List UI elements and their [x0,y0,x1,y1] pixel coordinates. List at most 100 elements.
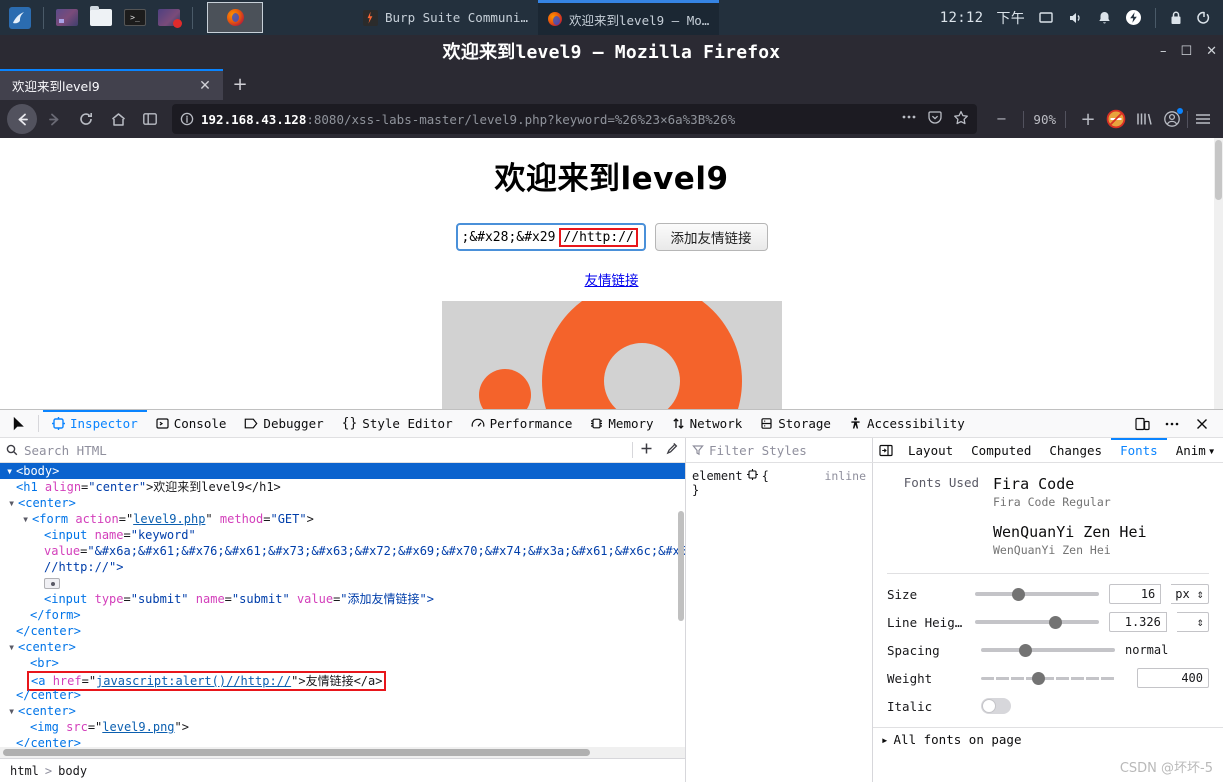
back-button[interactable] [7,104,37,134]
slider-thumb[interactable] [1019,644,1032,657]
dom-node-form[interactable]: ▾<form action="level9.php" method="GET"> [0,511,685,527]
forward-button[interactable] [39,104,69,134]
zoom-out-button[interactable]: − [988,106,1014,132]
img-src-value[interactable]: level9.png [102,720,174,734]
dom-tree-scrollbar-thumb[interactable] [678,511,684,621]
firefox-launcher[interactable] [207,2,263,33]
library-icon[interactable] [1131,106,1157,132]
reload-button[interactable] [71,104,101,134]
line-height-slider[interactable] [975,615,1099,629]
tab-performance[interactable]: Performance [462,410,582,438]
tab-inspector[interactable]: Inspector [43,410,147,438]
minimize-button[interactable]: – [1160,45,1167,58]
dom-horizontal-scrollbar[interactable] [0,747,685,758]
slider-thumb[interactable] [1032,672,1045,685]
form-action-value[interactable]: level9.php [133,512,205,526]
tab-memory[interactable]: Memory [581,410,662,438]
noscript-icon[interactable] [1103,106,1129,132]
url-bar[interactable]: 192.168.43.128:8080/xss-labs-master/leve… [172,104,977,134]
pocket-icon[interactable] [927,110,943,129]
taskbar-window-burp[interactable]: Burp Suite Communi… [353,0,538,35]
tab-accessibility[interactable]: Accessibility [840,410,974,438]
side-tabs-overflow-icon[interactable]: ▾ [1208,438,1222,462]
pseudo-element-icon[interactable] [44,578,60,589]
add-node-icon[interactable] [639,441,654,460]
dom-node-input-value-line[interactable]: value="&#x6a;&#x61;&#x76;&#x61;&#x73;&#x… [0,543,685,559]
rule-highlighter-icon[interactable] [747,469,758,483]
dom-tree-scrollbar[interactable] [677,463,685,747]
dom-node-center-2[interactable]: ▾<center> [0,639,685,655]
devtools-meatball-menu-icon[interactable] [1159,411,1185,437]
browser-tab[interactable]: 欢迎来到level9 ✕ [0,69,223,100]
letter-spacing-slider[interactable] [981,643,1115,657]
font-size-unit[interactable]: px⇕ [1171,584,1209,604]
stepper-icon[interactable]: ⇕ [1197,615,1204,629]
add-friend-link-button[interactable]: 添加友情链接 [655,223,768,251]
line-height-unit[interactable]: ⇕ [1177,612,1209,632]
dom-node-center-1-close[interactable]: </center> [0,623,685,639]
side-tab-changes[interactable]: Changes [1040,438,1111,462]
dom-node-input-value-wrap[interactable]: //http://"> [0,559,685,575]
new-tab-button[interactable]: + [223,69,257,100]
power-icon[interactable] [1125,9,1142,26]
site-info-icon[interactable] [180,112,194,126]
home-button[interactable] [103,104,133,134]
font-size-slider[interactable] [975,587,1099,601]
logout-icon[interactable] [1196,10,1212,26]
account-icon[interactable] [1159,106,1185,132]
twisty-icon[interactable]: ▾ [6,463,16,479]
expand-triangle-icon[interactable]: ▸ [881,732,889,747]
zoom-in-button[interactable]: + [1075,106,1101,132]
dom-node-br[interactable]: <br> [0,655,685,671]
tab-network[interactable]: Network [663,410,752,438]
dom-node-center-3[interactable]: ▾<center> [0,703,685,719]
zoom-level[interactable]: 90% [1033,112,1056,127]
dom-node-input-submit[interactable]: <input type="submit" name="submit" value… [0,591,685,607]
element-picker-icon[interactable] [6,411,34,437]
side-tab-layout[interactable]: Layout [899,438,962,462]
breadcrumb-item-html[interactable]: html [10,764,39,778]
dom-node-h1[interactable]: <h1 align="center">欢迎来到level9</h1> [0,479,685,495]
filter-styles-input[interactable]: Filter Styles [686,438,873,462]
lock-icon[interactable] [1169,10,1183,26]
maximize-button[interactable]: ☐ [1180,45,1192,58]
font-weight-slider[interactable] [981,671,1115,685]
friend-link[interactable]: 友情链接 [585,269,639,289]
font-weight-value[interactable]: 400 [1137,668,1209,688]
dom-search-bar[interactable]: Search HTML [0,438,685,463]
keyword-input[interactable]: ;&#x28;&#x29 //http:// [456,223,646,251]
twisty-icon[interactable]: ▾ [22,511,32,527]
dom-node-pseudo[interactable] [0,575,685,591]
bookmark-star-icon[interactable] [953,110,969,129]
slider-thumb[interactable] [1049,616,1062,629]
line-height-value[interactable]: 1.326 [1109,612,1167,632]
twisty-icon[interactable]: ▾ [8,703,18,719]
dom-node-anchor[interactable]: <a href="javascript:alert()//http://">友情… [0,671,685,687]
twisty-icon[interactable]: ▾ [8,495,18,511]
side-tab-fonts[interactable]: Fonts [1111,438,1167,462]
search-html-input[interactable]: Search HTML [24,443,626,458]
dom-node-form-close[interactable]: </form> [0,607,685,623]
font-size-value[interactable]: 16 [1109,584,1161,604]
all-fonts-on-page-row[interactable]: ▸ All fonts on page [873,727,1223,751]
font-italic-toggle[interactable] [981,698,1011,714]
anchor-href-value[interactable]: javascript:alert()//http:// [96,674,291,688]
page-scrollbar-thumb[interactable] [1215,140,1222,200]
eyedropper-icon[interactable] [664,441,679,460]
twisty-icon[interactable]: ▾ [8,639,18,655]
responsive-design-icon[interactable] [1129,411,1155,437]
sidebar-expand-icon[interactable] [873,438,899,462]
tab-debugger[interactable]: Debugger [235,410,332,438]
side-tab-computed[interactable]: Computed [962,438,1040,462]
rule-source[interactable]: inline [824,469,866,483]
dom-node-img[interactable]: <img src="level9.png"> [0,719,685,735]
close-button[interactable]: ✕ [1206,45,1217,58]
screen-recorder-icon[interactable] [155,5,183,31]
files-manager-icon[interactable] [53,5,81,31]
stepper-icon[interactable]: ⇕ [1197,587,1204,601]
file-folder-icon[interactable] [87,5,115,31]
menu-icon[interactable] [1190,106,1216,132]
dom-node-center-3-close[interactable]: </center> [0,735,685,747]
page-actions-icon[interactable] [901,110,917,128]
kali-menu-icon[interactable] [3,4,37,32]
